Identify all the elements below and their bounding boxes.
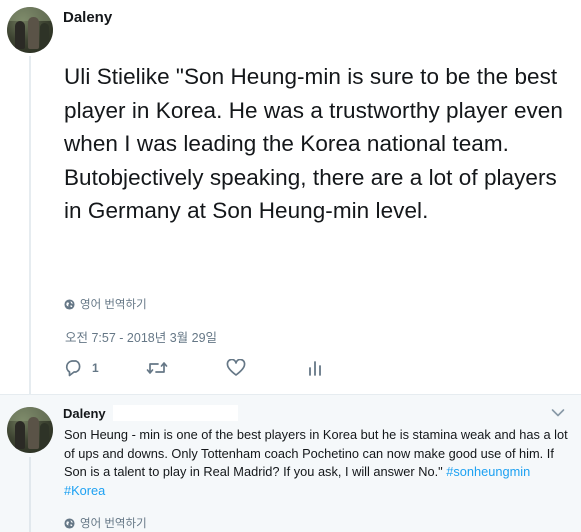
author-name[interactable]: Daleny: [63, 406, 106, 421]
redacted-handle: [113, 405, 238, 421]
avatar[interactable]: [7, 407, 53, 453]
analytics-icon: [309, 361, 321, 376]
reply-icon: [65, 360, 81, 377]
translate-label: 영어 번역하기: [80, 299, 147, 311]
avatar[interactable]: [7, 7, 53, 53]
retweet-icon: [146, 362, 168, 374]
hashtag-link[interactable]: #sonheungmin: [446, 464, 530, 479]
tweet-text: Uli Stielike "Son Heung-min is sure to b…: [64, 64, 563, 223]
thread-line: [29, 457, 31, 532]
timestamp[interactable]: 오전 7:57 - 2018년 3월 29일: [65, 327, 217, 346]
like-button[interactable]: [226, 359, 246, 377]
reply-button[interactable]: 1: [64, 359, 99, 377]
globe-icon: [64, 298, 75, 310]
analytics-button[interactable]: [307, 359, 323, 377]
chevron-down-icon[interactable]: [551, 408, 565, 418]
globe-icon: [64, 517, 75, 529]
heart-icon: [226, 359, 246, 376]
reply-tweet[interactable]: Daleny Son Heung - min is one of the bes…: [0, 394, 581, 532]
translate-link[interactable]: 영어 번역하기: [64, 515, 147, 531]
translate-link[interactable]: 영어 번역하기: [64, 296, 147, 312]
retweet-button[interactable]: [146, 359, 168, 377]
reply-text: Son Heung - min is one of the best playe…: [64, 426, 574, 500]
reply-count: 1: [92, 361, 99, 375]
author-name[interactable]: Daleny: [63, 9, 112, 26]
translate-label: 영어 번역하기: [80, 518, 147, 530]
main-tweet: Daleny Uli Stielike "Son Heung-min is su…: [0, 0, 581, 394]
hashtag-link[interactable]: #Korea: [64, 483, 105, 498]
thread-line: [29, 56, 31, 394]
tweet-actions: 1: [64, 359, 364, 381]
